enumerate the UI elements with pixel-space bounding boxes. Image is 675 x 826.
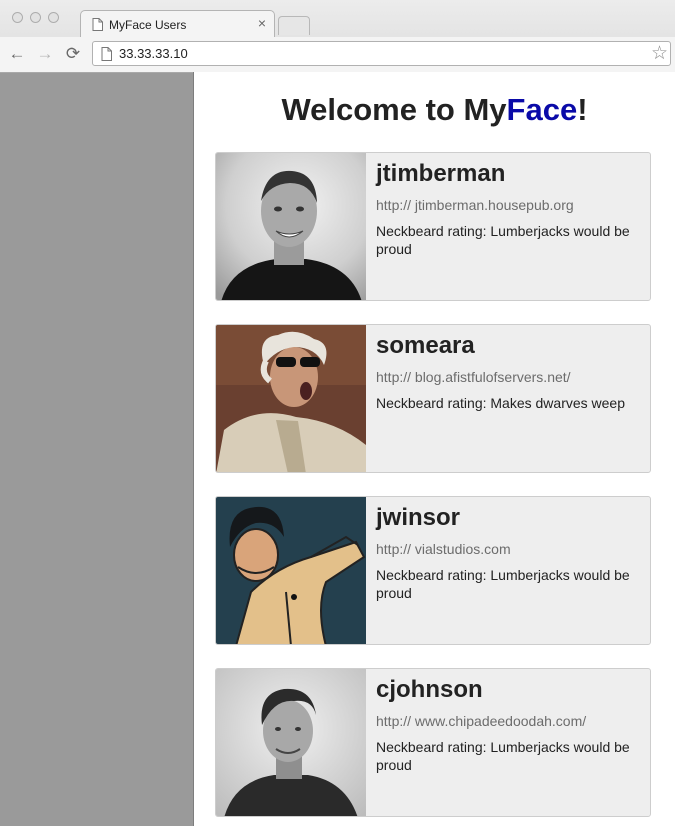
user-info: someara http:// blog.afistfulofservers.n…: [376, 331, 642, 412]
tab-myface-users[interactable]: MyFace Users ×: [80, 10, 275, 38]
bookmark-star-icon[interactable]: ☆: [651, 42, 668, 65]
address-bar[interactable]: 33.33.33.10 ☆: [92, 41, 671, 66]
close-window-button[interactable]: [12, 12, 23, 23]
user-website-link[interactable]: http:// www.chipadeedoodah.com/: [376, 713, 642, 729]
zoom-window-button[interactable]: [48, 12, 59, 23]
user-info: jwinsor http:// vialstudios.com Neckbear…: [376, 503, 642, 602]
neckbeard-rating: Neckbeard rating: Lumberjacks would be p…: [376, 567, 630, 601]
user-avatar-jtimberman: [216, 153, 366, 300]
title-highlight: Face: [506, 92, 578, 127]
user-website-link[interactable]: http:// vialstudios.com: [376, 541, 642, 557]
window-controls: [12, 12, 59, 23]
username: jtimberman: [376, 160, 506, 187]
user-website-link[interactable]: http:// blog.afistfulofservers.net/: [376, 369, 642, 385]
neckbeard-rating: Neckbeard rating: Makes dwarves weep: [376, 395, 626, 411]
username: someara: [376, 332, 475, 359]
username: jwinsor: [376, 504, 461, 531]
url-text: 33.33.33.10: [119, 46, 188, 61]
username: cjohnson: [376, 676, 483, 703]
neckbeard-rating: Neckbeard rating: Lumberjacks would be p…: [376, 739, 630, 773]
user-card: jtimberman http:// jtimberman.housepub.o…: [215, 152, 651, 301]
user-card: jwinsor http:// vialstudios.com Neckbear…: [215, 496, 651, 645]
reload-button[interactable]: ⟳: [64, 45, 82, 63]
forward-button[interactable]: →: [36, 45, 54, 63]
tab-close-icon[interactable]: ×: [258, 15, 266, 31]
user-avatar-jwinsor: [216, 497, 366, 644]
user-website-link[interactable]: http:// jtimberman.housepub.org: [376, 197, 642, 213]
neckbeard-rating: Neckbeard rating: Lumberjacks would be p…: [376, 223, 630, 257]
tab-title: MyFace Users: [109, 18, 187, 32]
user-info: jtimberman http:// jtimberman.housepub.o…: [376, 159, 642, 258]
minimize-window-button[interactable]: [30, 12, 41, 23]
toolbar: ← → ⟳ 33.33.33.10 ☆: [0, 37, 675, 72]
page-title: Welcome to MyFace!: [194, 92, 675, 128]
user-card: someara http:// blog.afistfulofservers.n…: [215, 324, 651, 473]
page-content: Welcome to MyFace! jtimberman http:// jt…: [193, 72, 675, 826]
user-info: cjohnson http:// www.chipadeedoodah.com/…: [376, 675, 642, 774]
document-icon: [92, 18, 103, 31]
title-suffix: !: [577, 92, 588, 127]
back-button[interactable]: ←: [8, 45, 26, 63]
new-tab-button[interactable]: [278, 16, 310, 35]
title-prefix: Welcome to My: [281, 92, 507, 127]
user-avatar-cjohnson: [216, 669, 366, 816]
browser-chrome: MyFace Users × ← → ⟳ 33.33.33.10 ☆: [0, 0, 675, 73]
user-card: cjohnson http:// www.chipadeedoodah.com/…: [215, 668, 651, 817]
page-icon: [101, 47, 112, 61]
user-avatar-someara: [216, 325, 366, 472]
